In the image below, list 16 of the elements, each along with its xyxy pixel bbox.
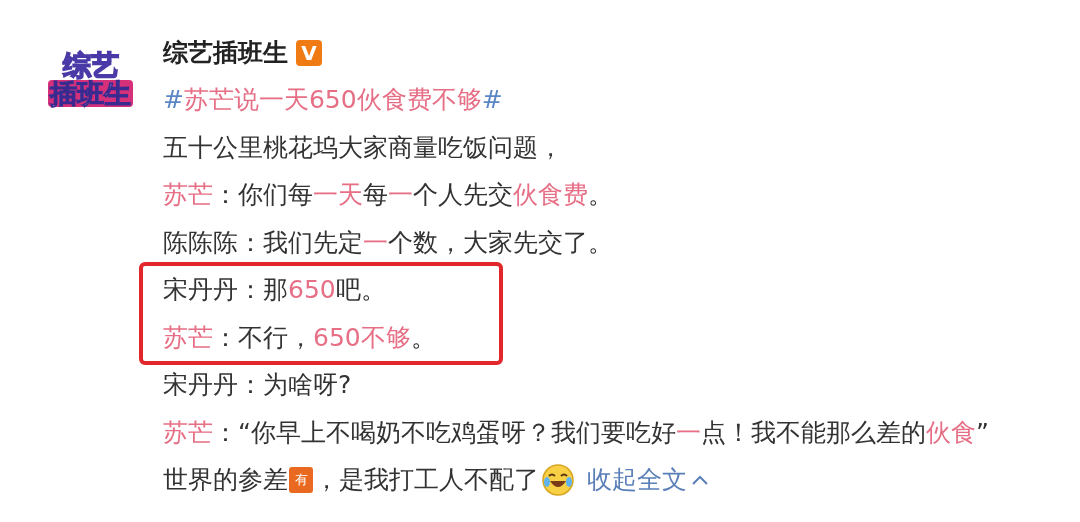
post-text-line: 宋丹丹：为啥呀?	[163, 369, 353, 401]
sticker-emoji: 有	[289, 466, 313, 493]
laughing-emoji-icon	[541, 462, 575, 497]
hashtag-link[interactable]: #苏芒说一天650伙食费不够#	[163, 76, 503, 124]
post-text-line: 宋丹丹：那650吧。	[163, 274, 387, 306]
verified-badge: V	[296, 40, 322, 66]
post-text-line: 陈陈陈：我们先定一个数，大家先交了。	[163, 226, 614, 259]
post-text-line: 苏芒：不行，650不够。	[163, 321, 437, 354]
author-name[interactable]: 综艺插班生	[163, 34, 288, 72]
post-text-line: 五十公里桃花坞大家商量吃饭问题，	[163, 131, 564, 164]
post-text-line: 苏芒：你们每一天每一个人先交伙食费。	[163, 179, 614, 211]
post-text-line: 苏芒：“你早上不喝奶不吃鸡蛋呀？我们要吃好一点！我不能那么差的伙食”	[163, 416, 989, 449]
post-text: 世界的参差	[163, 464, 288, 496]
post-text: ，是我打工人不配了	[314, 464, 539, 496]
caret-up-icon	[691, 473, 709, 486]
collapse-link[interactable]: 收起全文	[587, 461, 709, 499]
